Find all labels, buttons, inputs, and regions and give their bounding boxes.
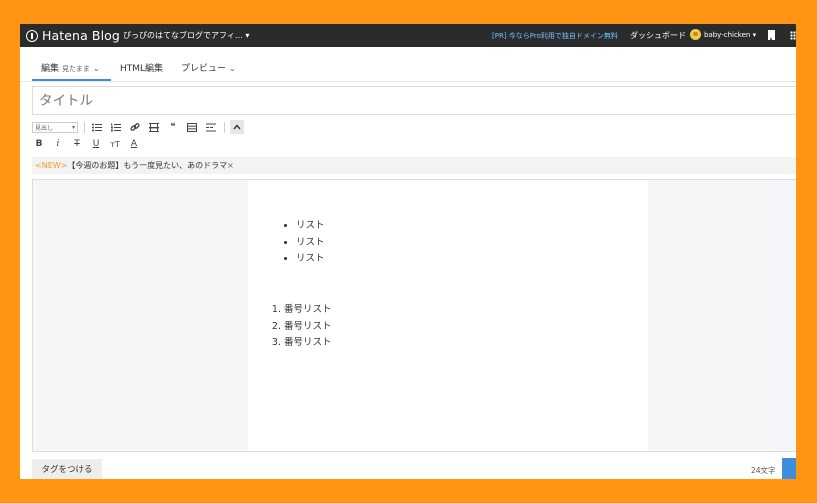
new-badge: <NEW> [35, 161, 68, 170]
hatena-logo-icon [26, 29, 38, 42]
chevron-down-icon: ▾ [71, 123, 75, 131]
tab-html-label: HTML編集 [120, 64, 164, 74]
bullet-list: リスト リスト リスト [281, 218, 325, 268]
hatena-logo[interactable]: Hatena Blog [26, 28, 120, 43]
list-item: 番号リスト [284, 302, 332, 319]
format-toolbar: 見出し ▾ ❝ [32, 120, 244, 134]
add-tag-button[interactable]: タグをつける [32, 459, 102, 479]
user-name: baby-chicken ▾ [704, 30, 757, 39]
logo-text: Hatena Blog [42, 28, 120, 43]
browser-window: Hatena Blog ぴっぴのはてなブログでアフィ… ▾ [PR] 今ならPr… [20, 24, 796, 479]
list-item: 番号リスト [284, 319, 332, 336]
editor-tabs: 編集 見たまま ⌄ HTML編集 プレビュー ⌄ [20, 47, 796, 82]
horizontal-rule-icon[interactable] [147, 120, 161, 134]
apps-grid-icon[interactable] [790, 31, 796, 40]
active-tab-indicator [32, 79, 111, 81]
link-icon[interactable] [128, 120, 142, 134]
topic-banner: <NEW>【今週のお題】もう一度見たい、あのドラマ× [32, 157, 796, 174]
editor-area: リスト リスト リスト 番号リスト 番号リスト 番号リスト [32, 179, 796, 452]
tab-preview-label: プレビュー [181, 64, 227, 74]
top-navigation-bar: Hatena Blog ぴっぴのはてなブログでアフィ… ▾ [PR] 今ならPr… [20, 24, 796, 47]
numbered-list-icon[interactable] [109, 120, 123, 134]
chevron-down-icon: ⌄ [92, 64, 100, 73]
avatar [690, 29, 701, 40]
underline-icon[interactable]: U [89, 137, 103, 151]
heading-select[interactable]: 見出し ▾ [32, 121, 78, 133]
heading-select-label: 見出し [35, 124, 54, 132]
user-menu[interactable]: baby-chicken ▾ [690, 29, 756, 40]
char-count: 24文字 [751, 466, 776, 475]
chevron-down-icon: ⌄ [229, 64, 236, 73]
bookmark-icon[interactable] [768, 30, 775, 40]
publish-button[interactable] [782, 458, 796, 479]
tab-edit[interactable]: 編集 見たまま ⌄ [41, 61, 100, 74]
topic-link[interactable]: 【今週のお題】もう一度見たい、あのドラマ [67, 161, 227, 170]
dashboard-link[interactable]: ダッシュボード [630, 30, 686, 41]
table-icon[interactable] [185, 120, 199, 134]
list-item: リスト [296, 218, 325, 235]
toolbar-divider [224, 121, 225, 133]
quote-icon[interactable]: ❝ [166, 120, 180, 134]
text-style-toolbar: B i T U тT A [32, 137, 141, 151]
numbered-list: 番号リスト 番号リスト 番号リスト [272, 302, 332, 352]
close-icon[interactable]: × [227, 161, 234, 170]
blog-selector[interactable]: ぴっぴのはてなブログでアフィ… ▾ [123, 30, 249, 41]
promo-link[interactable]: [PR] 今ならPro利用で独自ドメイン無料 [492, 31, 618, 41]
strikethrough-icon[interactable]: T [70, 137, 84, 151]
font-size-icon[interactable]: тT [108, 137, 122, 151]
list-item: リスト [296, 235, 325, 252]
tab-edit-label: 編集 [41, 64, 60, 74]
italic-icon[interactable]: i [51, 137, 65, 151]
list-item: 番号リスト [284, 335, 332, 352]
bullet-list-icon[interactable] [90, 120, 104, 134]
toolbar-divider [84, 121, 85, 133]
title-field [32, 86, 796, 115]
more-icon[interactable] [204, 120, 218, 134]
editor-content[interactable]: リスト リスト リスト 番号リスト 番号リスト 番号リスト [248, 180, 648, 451]
collapse-icon[interactable] [230, 120, 244, 134]
list-item: リスト [296, 251, 325, 268]
bold-icon[interactable]: B [32, 137, 46, 151]
tab-preview[interactable]: プレビュー ⌄ [181, 61, 236, 74]
title-input[interactable] [33, 87, 796, 114]
text-color-icon[interactable]: A [127, 137, 141, 151]
tab-html-edit[interactable]: HTML編集 [120, 61, 163, 74]
tab-edit-mode: 見たまま [62, 65, 90, 73]
